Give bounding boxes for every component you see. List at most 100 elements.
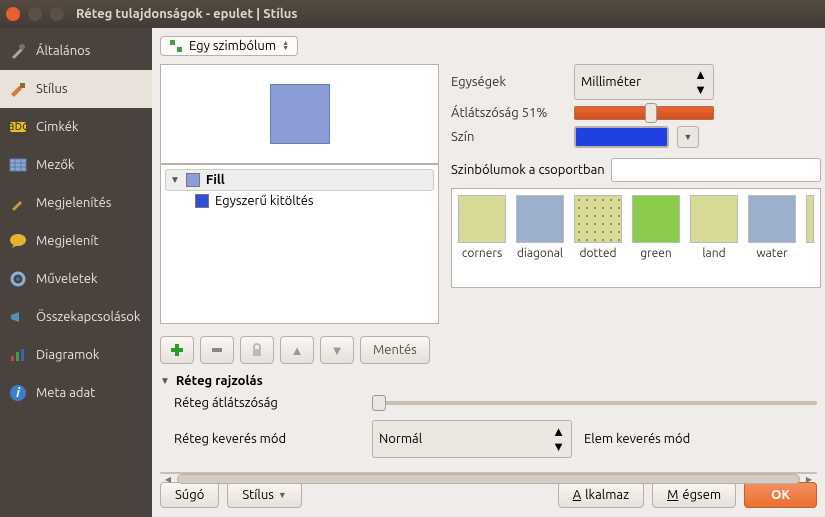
slider-handle[interactable] — [645, 103, 657, 123]
thumb-water[interactable]: water — [748, 195, 796, 281]
symbol-layer-tree[interactable]: ▼ Fill Egyszerű kitöltés — [160, 164, 439, 324]
symbol-icon — [169, 39, 183, 53]
symbol-mode-select[interactable]: Egy szimbólum ▲▼ — [160, 36, 298, 56]
symbols-group-label: Szinbólumok a csoportban — [451, 163, 605, 177]
sidebar-label: Cimkék — [36, 120, 78, 134]
sidebar-label: Stílus — [36, 82, 68, 96]
slider-handle[interactable] — [372, 395, 386, 411]
sidebar-label: Általános — [36, 44, 90, 58]
color-button[interactable] — [574, 126, 669, 148]
sidebar-label: Összekapcsolások — [36, 310, 140, 324]
sidebar-item-metadata[interactable]: i Meta adat — [0, 374, 152, 412]
sidebar-label: Megjelenít — [36, 234, 99, 248]
megaphone-icon — [8, 307, 28, 327]
triangle-down-icon: ▼ — [331, 343, 344, 358]
thumb-land[interactable]: land — [690, 195, 738, 281]
thumb-edge[interactable] — [806, 195, 814, 243]
sidebar-item-actions[interactable]: Műveletek — [0, 260, 152, 298]
ok-button[interactable]: OK — [744, 482, 817, 508]
sidebar-item-fields[interactable]: Mezők — [0, 146, 152, 184]
sidebar-label: Diagramok — [36, 348, 99, 362]
sidebar-label: Műveletek — [36, 272, 98, 286]
layer-opacity-slider[interactable] — [372, 401, 817, 405]
info-icon: i — [8, 383, 28, 403]
lock-layer-button[interactable] — [240, 336, 274, 364]
scroll-right-icon[interactable]: ▶ — [802, 473, 816, 485]
add-layer-button[interactable] — [160, 336, 194, 364]
swatch-icon — [186, 173, 200, 187]
sidebar-label: Mezők — [36, 158, 75, 172]
thumb-dotted[interactable]: dotted — [574, 195, 622, 281]
remove-layer-button[interactable] — [200, 336, 234, 364]
window-close-icon[interactable] — [6, 7, 20, 21]
arrow-down-icon: ▼ — [160, 375, 170, 387]
spinner-icon: ▲▼ — [282, 41, 289, 51]
spinner-icon: ▲▼ — [552, 424, 565, 454]
elem-blend-label: Elem keverés mód — [584, 432, 690, 446]
sidebar-item-display[interactable]: Megjelenít — [0, 222, 152, 260]
window-title: Réteg tulajdonságok - epulet | Stílus — [76, 7, 298, 21]
opacity-label: Átlátszóság 51% — [451, 106, 566, 120]
layer-opacity-label: Réteg átlátszóság — [160, 396, 360, 410]
move-down-button[interactable]: ▼ — [320, 336, 354, 364]
scroll-left-icon[interactable]: ◀ — [161, 473, 175, 485]
sidebar-item-labels[interactable]: abc Cimkék — [0, 108, 152, 146]
symbol-mode-label: Egy szimbólum — [189, 39, 276, 53]
color-dropdown-button[interactable]: ▼ — [677, 126, 699, 148]
sidebar: Általános Stílus abc Cimkék Mezők Megjel… — [0, 28, 152, 517]
cancel-button[interactable]: Mégsem — [652, 482, 736, 508]
help-button[interactable]: Súgó — [160, 482, 219, 508]
units-select[interactable]: Milliméter ▲▼ — [574, 64, 714, 100]
sidebar-item-general[interactable]: Általános — [0, 32, 152, 70]
svg-text:abc: abc — [9, 120, 27, 133]
tree-label: Fill — [206, 173, 225, 187]
wrench-icon — [8, 41, 28, 61]
sidebar-label: Meta adat — [36, 386, 95, 400]
move-up-button[interactable]: ▲ — [280, 336, 314, 364]
color-label: Szín — [451, 130, 566, 144]
table-icon — [8, 155, 28, 175]
layer-blend-select[interactable]: Normál ▲▼ — [372, 420, 572, 458]
plus-icon — [170, 343, 184, 357]
paintbrush-icon — [8, 193, 28, 213]
spinner-icon: ▲▼ — [694, 67, 707, 97]
window-maximize-icon[interactable] — [50, 7, 64, 21]
sidebar-item-diagrams[interactable]: Diagramok — [0, 336, 152, 374]
apply-button[interactable]: Alkalmaz — [558, 482, 644, 508]
triangle-up-icon: ▲ — [291, 343, 304, 358]
chevron-down-icon: ▼ — [278, 490, 287, 500]
gear-icon — [8, 269, 28, 289]
style-menu-button[interactable]: Stílus▼ — [227, 482, 301, 508]
tag-icon: abc — [8, 117, 28, 137]
opacity-slider[interactable] — [574, 106, 714, 120]
tree-row-simple-fill[interactable]: Egyszerű kitöltés — [165, 191, 434, 211]
symbol-preview — [160, 64, 439, 164]
symbols-group-input[interactable] — [611, 158, 821, 182]
layer-rendering-header: Réteg rajzolás — [176, 374, 263, 388]
swatch-icon — [195, 194, 209, 208]
bubble-icon — [8, 231, 28, 251]
sidebar-label: Megjelenítés — [36, 196, 111, 210]
layer-blend-label: Réteg keverés mód — [160, 432, 360, 446]
tree-label: Egyszerű kitöltés — [215, 194, 314, 208]
horizontal-scrollbar[interactable]: ◀ ▶ — [160, 472, 817, 474]
window-minimize-icon[interactable] — [28, 7, 42, 21]
tree-row-fill[interactable]: ▼ Fill — [165, 169, 434, 191]
units-label: Egységek — [451, 75, 566, 89]
lock-icon — [251, 343, 263, 357]
minus-icon — [210, 343, 224, 357]
units-value: Milliméter — [581, 75, 641, 89]
save-button[interactable]: Mentés — [360, 336, 430, 364]
thumb-diagonal[interactable]: diagonal — [516, 195, 564, 281]
arrow-down-icon: ▼ — [170, 174, 180, 186]
brush-icon — [8, 79, 28, 99]
chart-icon — [8, 345, 28, 365]
symbol-thumbnails: corners diagonal dotted green land water — [451, 188, 821, 288]
sidebar-item-style[interactable]: Stílus — [0, 70, 152, 108]
scroll-thumb[interactable] — [177, 474, 800, 484]
blend-value: Normál — [379, 432, 422, 446]
thumb-green[interactable]: green — [632, 195, 680, 281]
sidebar-item-joins[interactable]: Összekapcsolások — [0, 298, 152, 336]
thumb-corners[interactable]: corners — [458, 195, 506, 281]
sidebar-item-rendering[interactable]: Megjelenítés — [0, 184, 152, 222]
